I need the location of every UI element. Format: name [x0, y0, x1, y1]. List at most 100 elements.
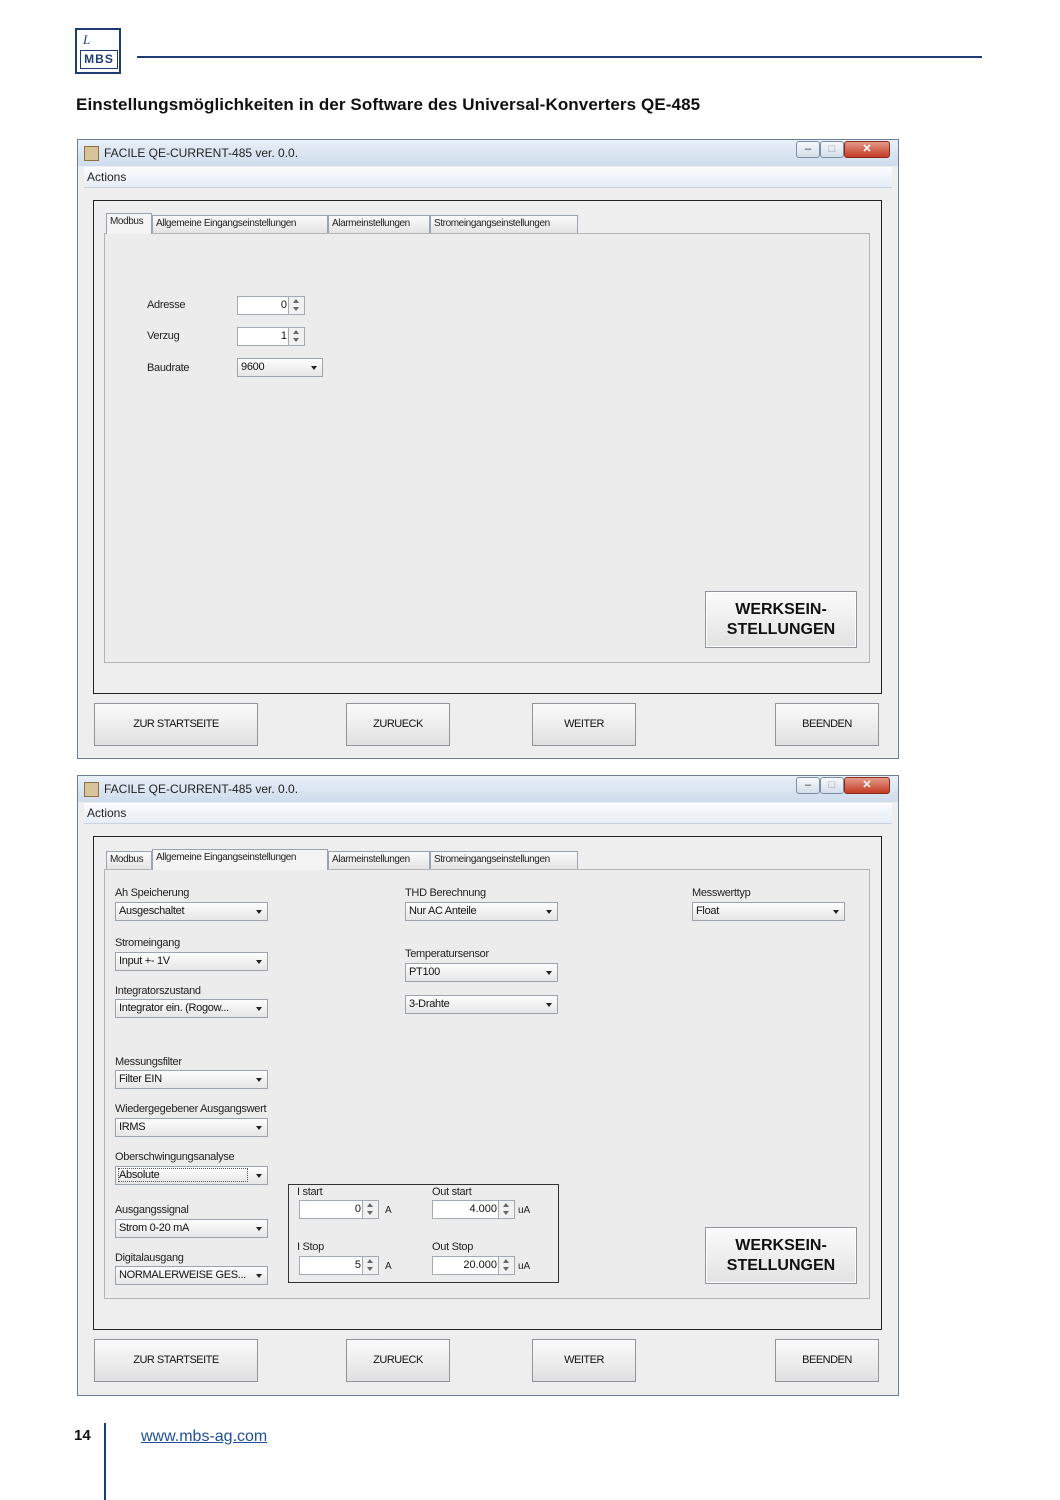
wieder-label: Wiedergegebener Ausgangswert: [115, 1103, 267, 1115]
spinner-arrows-icon[interactable]: [288, 297, 304, 314]
adresse-spinner[interactable]: 0: [237, 296, 305, 315]
window-title: FACILE QE-CURRENT-485 ver. 0.0.: [104, 782, 299, 796]
back-button[interactable]: ZURUECK: [346, 1339, 450, 1382]
logo-text: MBS: [80, 50, 118, 69]
mess-label: Messwerttyp: [692, 887, 751, 899]
page-number: 14: [74, 1427, 91, 1444]
integ-value: Integrator ein. (Rogow...: [119, 1002, 229, 1014]
tab-allgemeine[interactable]: Allgemeine Eingangseinstellungen: [152, 215, 328, 233]
mess-select[interactable]: Float: [692, 902, 845, 921]
next-button[interactable]: WEITER: [532, 1339, 636, 1382]
tab-alarm[interactable]: Alarmeinstellungen: [328, 851, 430, 869]
footer-rule: [104, 1423, 106, 1500]
temp-select[interactable]: PT100: [405, 963, 558, 982]
home-button[interactable]: ZUR STARTSEITE: [94, 703, 258, 746]
website-link[interactable]: www.mbs-ag.com: [141, 1428, 267, 1446]
title-bar: FACILE QE-CURRENT-485 ver. 0.0. – □ ✕: [78, 776, 898, 802]
header-rule: [137, 56, 982, 58]
outstop-value: 20.000: [463, 1259, 497, 1271]
chevron-down-icon: [256, 1174, 262, 1178]
spinner-arrows-icon[interactable]: [362, 1257, 378, 1274]
close-button[interactable]: ✕: [844, 141, 890, 158]
outstart-value: 4.000: [469, 1203, 497, 1215]
ober-value: Absolute: [118, 1168, 248, 1182]
istop-spinner[interactable]: 5: [299, 1256, 379, 1275]
thd-value: Nur AC Anteile: [409, 905, 477, 917]
filter-select[interactable]: Filter EIN: [115, 1070, 268, 1089]
spinner-arrows-icon[interactable]: [288, 328, 304, 345]
strom-select[interactable]: Input +- 1V: [115, 952, 268, 971]
next-button[interactable]: WEITER: [532, 703, 636, 746]
integ-label: Integratorszustand: [115, 985, 201, 997]
outstart-spinner[interactable]: 4.000: [432, 1200, 515, 1219]
ober-select[interactable]: Absolute: [115, 1166, 268, 1185]
outstart-label: Out start: [432, 1186, 472, 1198]
wieder-value: IRMS: [119, 1121, 146, 1133]
digi-select[interactable]: NORMALERWEISE GES...: [115, 1266, 268, 1285]
minimize-button[interactable]: –: [796, 141, 820, 158]
factory-reset-button[interactable]: WERKSEIN- STELLUNGEN: [705, 591, 857, 648]
strom-label: Stromeingang: [115, 937, 180, 949]
outstop-label: Out Stop: [432, 1241, 474, 1253]
tab-stromeingang[interactable]: Stromeingangseinstellungen: [430, 215, 578, 233]
baudrate-select[interactable]: 9600: [237, 358, 323, 377]
chevron-down-icon: [256, 1007, 262, 1011]
filter-label: Messungsfilter: [115, 1056, 182, 1068]
tab-modbus[interactable]: Modbus: [106, 213, 152, 234]
minimize-button[interactable]: –: [796, 777, 820, 794]
back-button[interactable]: ZURUECK: [346, 703, 450, 746]
tab-allgemeine[interactable]: Allgemeine Eingangseinstellungen: [152, 849, 328, 870]
baudrate-label: Baudrate: [147, 362, 190, 374]
menu-actions[interactable]: Actions: [87, 806, 126, 820]
outstart-unit: uA: [518, 1205, 531, 1216]
menu-bar: Actions: [84, 803, 892, 824]
verzug-value: 1: [280, 330, 287, 342]
spinner-arrows-icon[interactable]: [498, 1257, 514, 1274]
app-window-modbus: FACILE QE-CURRENT-485 ver. 0.0. – □ ✕ Ac…: [77, 139, 899, 759]
window-title: FACILE QE-CURRENT-485 ver. 0.0.: [104, 146, 299, 160]
outstop-spinner[interactable]: 20.000: [432, 1256, 515, 1275]
app-window-allgemeine: FACILE QE-CURRENT-485 ver. 0.0. – □ ✕ Ac…: [77, 775, 899, 1396]
integ-select[interactable]: Integrator ein. (Rogow...: [115, 999, 268, 1018]
menu-actions[interactable]: Actions: [87, 170, 126, 184]
thd-select[interactable]: Nur AC Anteile: [405, 902, 558, 921]
menu-bar: Actions: [84, 167, 892, 188]
chevron-down-icon: [546, 910, 552, 914]
tab-alarm[interactable]: Alarmeinstellungen: [328, 215, 430, 233]
exit-button[interactable]: BEENDEN: [775, 1339, 879, 1382]
chevron-down-icon: [256, 910, 262, 914]
home-button[interactable]: ZUR STARTSEITE: [94, 1339, 258, 1382]
ah-select[interactable]: Ausgeschaltet: [115, 902, 268, 921]
chevron-down-icon: [256, 960, 262, 964]
chevron-down-icon: [546, 971, 552, 975]
tab-modbus[interactable]: Modbus: [106, 851, 152, 869]
mess-value: Float: [696, 905, 719, 917]
content-frame: Modbus Allgemeine Eingangseinstellungen …: [93, 200, 882, 694]
allgemeine-panel: Ah Speicherung Ausgeschaltet Stromeingan…: [104, 869, 870, 1299]
factory-line-1: WERKSEIN-: [735, 601, 827, 618]
ausg-select[interactable]: Strom 0-20 mA: [115, 1219, 268, 1238]
mbs-logo: L MBS: [75, 28, 121, 74]
wire-select[interactable]: 3-Drahte: [405, 995, 558, 1014]
wieder-select[interactable]: IRMS: [115, 1118, 268, 1137]
istop-value: 5: [354, 1259, 361, 1271]
app-icon: [84, 146, 99, 161]
chevron-down-icon: [546, 1003, 552, 1007]
ah-label: Ah Speicherung: [115, 887, 190, 899]
chevron-down-icon: [311, 366, 317, 370]
maximize-button[interactable]: □: [820, 141, 844, 158]
modbus-panel: Adresse 0 Verzug 1 Baudrate 9600 WERKSEI…: [104, 233, 870, 663]
exit-button[interactable]: BEENDEN: [775, 703, 879, 746]
tab-stromeingang[interactable]: Stromeingangseinstellungen: [430, 851, 578, 869]
maximize-button[interactable]: □: [820, 777, 844, 794]
ah-value: Ausgeschaltet: [119, 905, 185, 917]
verzug-spinner[interactable]: 1: [237, 327, 305, 346]
istart-spinner[interactable]: 0: [299, 1200, 379, 1219]
spinner-arrows-icon[interactable]: [362, 1201, 378, 1218]
spinner-arrows-icon[interactable]: [498, 1201, 514, 1218]
page-heading: Einstellungsmöglichkeiten in der Softwar…: [76, 95, 701, 114]
factory-reset-button[interactable]: WERKSEIN- STELLUNGEN: [705, 1227, 857, 1284]
close-button[interactable]: ✕: [844, 777, 890, 794]
wire-value: 3-Drahte: [409, 998, 450, 1010]
filter-value: Filter EIN: [119, 1073, 162, 1085]
